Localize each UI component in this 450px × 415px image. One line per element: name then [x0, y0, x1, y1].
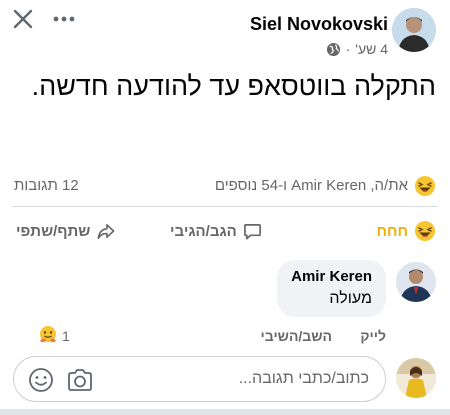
comment-reaction-count[interactable]: 1	[62, 328, 70, 344]
camera-icon[interactable]	[66, 367, 94, 393]
reactions-summary-text[interactable]: את/ה, Amir Keren ו-54 נוספים	[215, 177, 408, 194]
haha-emoji-icon	[415, 221, 435, 241]
comment-bubble: Amir Keren מעולה	[277, 260, 386, 317]
globe-icon	[326, 42, 340, 56]
haha-emoji-icon[interactable]	[414, 175, 436, 197]
comment-input[interactable]: כתוב/כתבי תגובה...	[13, 356, 386, 402]
commenter-avatar[interactable]	[396, 262, 436, 302]
haha-reaction-button[interactable]: חחח	[376, 218, 436, 244]
share-icon	[97, 223, 115, 239]
post-text: התקלה בווטסאפ עד להודעה חדשה.	[31, 71, 436, 101]
meta-separator: ·	[345, 41, 351, 57]
comments-count[interactable]: 12 תגובות	[14, 177, 79, 194]
comment-input-placeholder: כתוב/כתבי תגובה...	[238, 370, 369, 387]
bottom-bar	[0, 409, 450, 415]
hug-emoji-icon[interactable]	[38, 325, 58, 345]
comment-reply-button[interactable]: השב/השיבי	[261, 328, 332, 344]
comment-icon	[243, 223, 261, 239]
divider	[12, 206, 438, 207]
post-meta: 4 שע' ·	[326, 41, 388, 57]
close-icon[interactable]	[12, 8, 34, 30]
haha-label: חחח	[376, 222, 408, 240]
share-button[interactable]: שתף/שתפי	[16, 218, 116, 244]
comment-author-name[interactable]: Amir Keren	[291, 268, 372, 285]
author-avatar[interactable]	[392, 8, 436, 52]
post-time[interactable]: 4 שע'	[355, 41, 388, 57]
more-options-icon[interactable]	[52, 8, 76, 30]
emoji-picker-icon[interactable]	[28, 367, 54, 393]
post-author-name[interactable]: Siel Novokovski	[250, 14, 388, 35]
comment-button[interactable]: הגב/הגיבי	[170, 218, 262, 244]
current-user-avatar[interactable]	[396, 358, 436, 398]
comment-like-button[interactable]: לייק	[360, 328, 386, 344]
share-label: שתף/שתפי	[16, 222, 91, 240]
reactions-summary-row: את/ה, Amir Keren ו-54 נוספים 12 תגובות	[0, 172, 450, 202]
comment-text: מעולה	[329, 290, 372, 307]
comment-label: הגב/הגיבי	[170, 222, 237, 240]
